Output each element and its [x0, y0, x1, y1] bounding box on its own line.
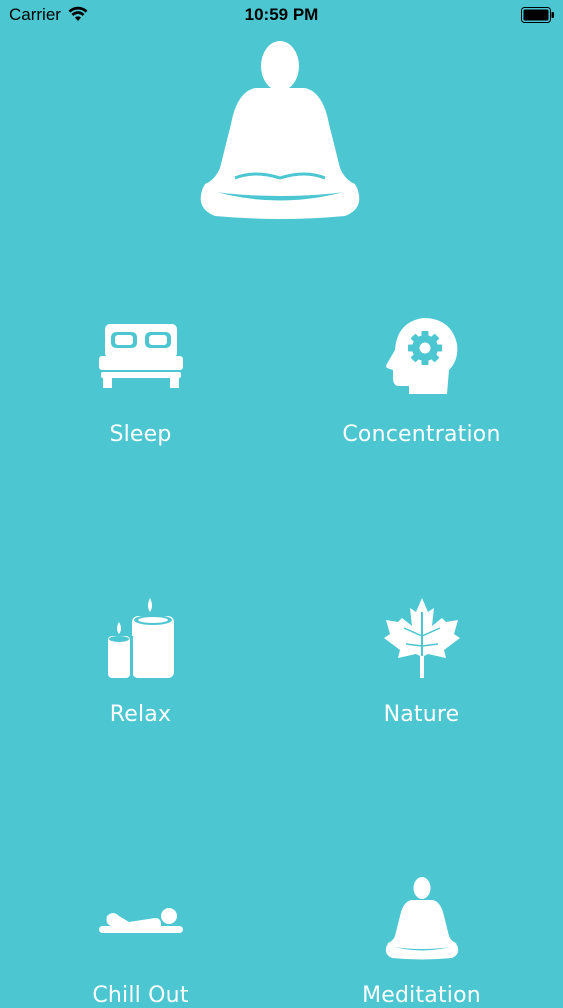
category-meditation[interactable]: Meditation [281, 860, 562, 1008]
battery-icon [521, 7, 554, 23]
category-label: Relax [109, 702, 172, 727]
category-concentration[interactable]: Concentration [281, 300, 562, 470]
status-time: 10:59 PM [244, 5, 319, 24]
category-label: Sleep [109, 422, 172, 447]
category-sleep[interactable]: Sleep [0, 300, 281, 470]
maple-leaf-icon [383, 598, 460, 678]
bed-icon [98, 324, 183, 388]
category-label: Chill Out [92, 983, 189, 1008]
meditation-icon [385, 877, 458, 960]
brain-gear-icon [385, 318, 457, 394]
category-label: Meditation [362, 983, 481, 1008]
category-nature[interactable]: Nature [281, 580, 562, 750]
category-relax[interactable]: Relax [0, 580, 281, 750]
category-chill-out[interactable]: Chill Out [0, 860, 281, 1008]
category-label: Concentration [342, 422, 501, 447]
candles-icon [107, 598, 174, 678]
meditation-person-icon [200, 41, 360, 219]
status-bar: Carrier 10:59 PM [0, 0, 563, 30]
category-label: Nature [383, 702, 460, 727]
lying-person-icon [98, 908, 183, 933]
